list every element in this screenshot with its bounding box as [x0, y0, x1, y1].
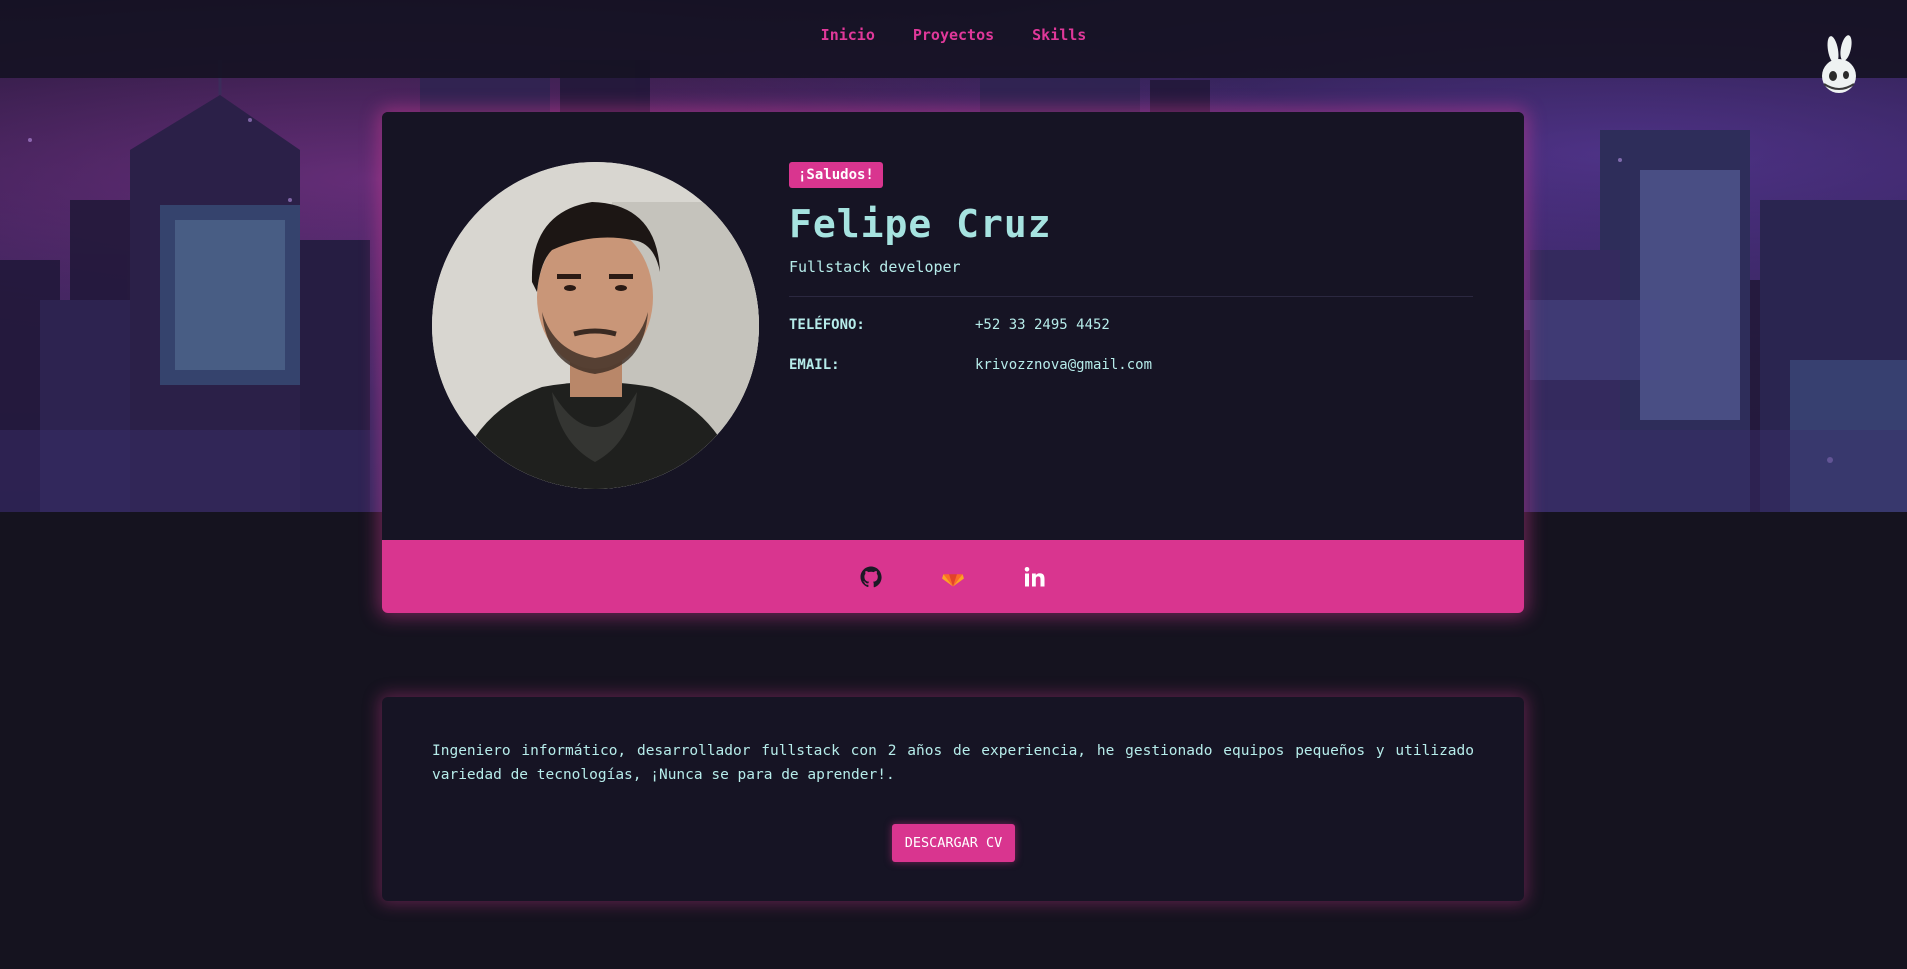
profile-photo	[432, 162, 759, 489]
phone-row: TELÉFONO: +52 33 2495 4452	[789, 317, 1473, 333]
about-text: Ingeniero informático, desarrollador ful…	[432, 743, 1474, 783]
divider	[789, 296, 1473, 297]
profile-info: ¡Saludos! Felipe Cruz Fullstack develope…	[789, 162, 1473, 373]
email-row: EMAIL: krivozznova@gmail.com	[789, 357, 1473, 373]
nav-links: Inicio Proyectos Skills	[821, 26, 1087, 44]
download-cv-button[interactable]: DESCARGAR CV	[892, 824, 1015, 862]
avatar	[432, 162, 759, 489]
email-label: EMAIL:	[789, 357, 840, 373]
page: Inicio Proyectos Skills ¡Saludos! Felipe…	[0, 0, 1907, 969]
phone-value: +52 33 2495 4452	[975, 317, 1110, 333]
profile-name: Felipe Cruz	[789, 202, 1052, 246]
nav-link-skills[interactable]: Skills	[1032, 26, 1086, 44]
phone-label: TELÉFONO:	[789, 317, 865, 333]
nav-link-inicio[interactable]: Inicio	[821, 26, 875, 44]
greeting-badge: ¡Saludos!	[789, 162, 883, 188]
linkedin-icon[interactable]	[1023, 565, 1047, 589]
social-bar	[382, 540, 1524, 613]
github-icon[interactable]	[859, 565, 883, 589]
about-card: Ingeniero informático, desarrollador ful…	[382, 697, 1524, 901]
navbar: Inicio Proyectos Skills	[0, 0, 1907, 78]
nav-link-proyectos[interactable]: Proyectos	[913, 26, 994, 44]
gitlab-icon[interactable]	[941, 565, 965, 589]
rabbit-logo-icon[interactable]	[1816, 34, 1862, 96]
email-value: krivozznova@gmail.com	[975, 357, 1153, 373]
profile-card: ¡Saludos! Felipe Cruz Fullstack develope…	[382, 112, 1524, 613]
profile-card-body: ¡Saludos! Felipe Cruz Fullstack develope…	[382, 112, 1524, 540]
profile-role: Fullstack developer	[789, 258, 961, 276]
